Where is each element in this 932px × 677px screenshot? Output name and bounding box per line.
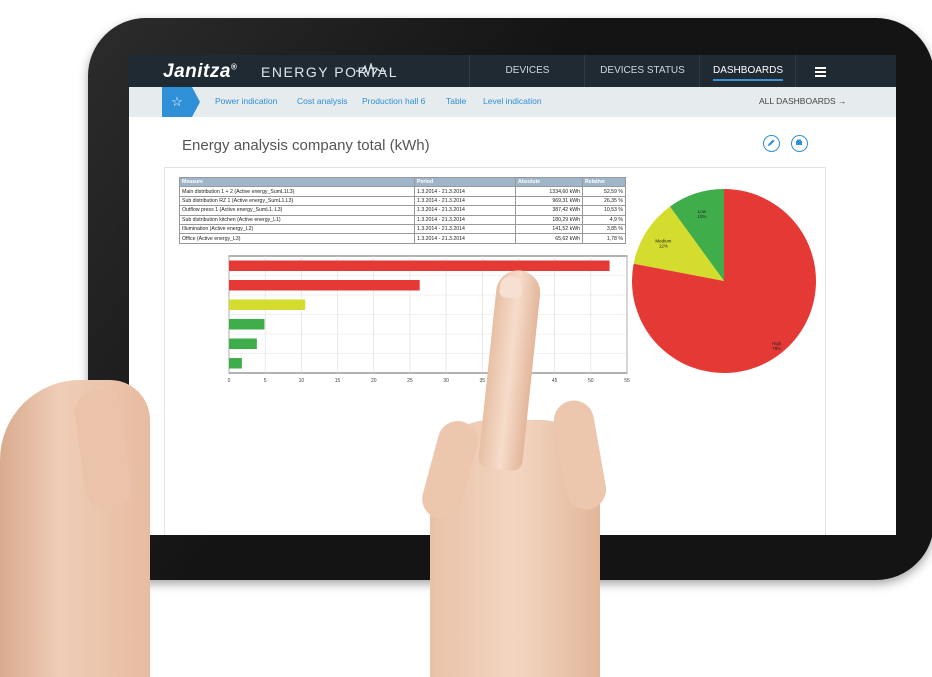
column-header-absolute: Absolute	[515, 176, 583, 188]
subnav-power-indication[interactable]: Power indication	[215, 96, 277, 106]
pie-percent-label: 12%	[659, 244, 668, 249]
page-title: Energy analysis company total (kWh)	[182, 137, 430, 154]
table-row: Illumination (Active energy_L2) 1.3.2014…	[179, 223, 626, 235]
cell-absolute: 65,62 kWh	[515, 233, 583, 244]
bar	[229, 338, 257, 349]
janitza-logo[interactable]: Janitza®	[163, 61, 237, 83]
bar	[229, 260, 610, 271]
cell-measure: Sub distribution RZ 1 (Active energy_Sum…	[179, 195, 415, 207]
all-dashboards-link[interactable]: ALL DASHBOARDS →	[759, 96, 847, 106]
x-tick-label: 30	[443, 378, 449, 384]
cell-period: 1.3.2014 - 21.3.2014	[414, 233, 516, 244]
cell-period: 1.3.2014 - 21.3.2014	[414, 205, 516, 216]
x-tick-label: 20	[371, 378, 377, 384]
bar	[229, 280, 420, 291]
column-header-period: Period	[414, 176, 516, 188]
printer-icon[interactable]	[791, 135, 808, 152]
top-navigation-bar: Janitza® ENERGY PORTAL DEVICES DEVICES S…	[129, 55, 896, 87]
x-tick-label: 15	[335, 378, 341, 384]
column-header-measure: Measure	[179, 176, 415, 188]
cell-relative: 1,78 %	[582, 233, 626, 244]
x-tick-label: 0	[228, 378, 231, 384]
cell-absolute: 1334,60 kWh	[515, 186, 583, 197]
pie-percent-label: 78%	[772, 346, 781, 351]
subnav-level-indication[interactable]: Level indication	[483, 96, 542, 106]
cell-relative: 52,59 %	[582, 186, 626, 197]
nav-devices-status[interactable]: DEVICES STATUS	[584, 55, 700, 87]
pencil-icon[interactable]	[763, 135, 780, 152]
x-tick-label: 45	[552, 378, 558, 384]
bar	[229, 358, 242, 369]
cell-absolute: 969,31 kWh	[515, 195, 583, 207]
cell-measure: Main distribution 1 + 2 (Active energy_S…	[179, 186, 415, 197]
energy-table: Measure Period Absolute Relative Main di…	[179, 176, 626, 244]
x-tick-label: 25	[407, 378, 413, 384]
table-row: Main distribution 1 + 2 (Active energy_S…	[179, 186, 626, 197]
nav-dashboards[interactable]: DASHBOARDS	[699, 55, 796, 87]
table-row: Sub distribution RZ 1 (Active energy_Sum…	[179, 195, 626, 207]
cell-relative: 4,9 %	[582, 214, 626, 225]
pie-percent-label: 10%	[697, 214, 706, 219]
nav-devices[interactable]: DEVICES	[469, 55, 585, 87]
cell-relative: 26,35 %	[582, 195, 626, 207]
table-row: Office (Active energy_L3) 1.3.2014 - 21.…	[179, 233, 626, 244]
x-tick-label: 50	[588, 378, 594, 384]
cell-measure: Illumination (Active energy_L2)	[179, 223, 415, 235]
cell-absolute: 387,42 kWh	[515, 205, 583, 216]
subnav-table[interactable]: Table	[446, 96, 466, 106]
cell-period: 1.3.2014 - 21.3.2014	[414, 214, 516, 225]
energy-bar-chart: 0510152025303540455055	[228, 255, 630, 384]
column-header-relative: Relative	[582, 176, 626, 188]
cell-absolute: 141,52 kWh	[515, 223, 583, 235]
cell-period: 1.3.2014 - 21.3.2014	[414, 223, 516, 235]
subnav-production-hall-6[interactable]: Production hall 6	[362, 96, 425, 106]
bar	[229, 299, 306, 310]
x-tick-label: 5	[264, 378, 267, 384]
cell-relative: 3,85 %	[582, 223, 626, 235]
cell-measure: Sub distribution kitchen (Active energy_…	[179, 214, 415, 225]
left-hand	[0, 380, 150, 677]
table-header-row: Measure Period Absolute Relative	[179, 176, 626, 188]
cell-measure: Office (Active energy_L3)	[179, 233, 415, 244]
table-row: Sub distribution kitchen (Active energy_…	[179, 214, 626, 225]
cell-relative: 10,53 %	[582, 205, 626, 216]
cell-measure: Outflow press 1 (Active energy_SumL1..L3…	[179, 205, 415, 216]
x-tick-label: 55	[624, 378, 630, 384]
dashboard-subnav: ☆ Power indication Cost analysis Product…	[129, 87, 896, 117]
cell-period: 1.3.2014 - 21.3.2014	[414, 186, 516, 197]
star-icon[interactable]: ☆	[162, 87, 200, 117]
bar	[229, 319, 265, 330]
table-row: Outflow press 1 (Active energy_SumL1..L3…	[179, 205, 626, 216]
pulse-icon	[356, 63, 386, 77]
x-tick-label: 35	[479, 378, 485, 384]
energy-pie-chart: Low10%Medium12%High78%	[632, 189, 816, 373]
cell-period: 1.3.2014 - 21.3.2014	[414, 195, 516, 207]
x-tick-label: 10	[299, 378, 305, 384]
cell-absolute: 180,29 kWh	[515, 214, 583, 225]
subnav-cost-analysis[interactable]: Cost analysis	[297, 96, 348, 106]
hamburger-icon[interactable]	[795, 55, 846, 87]
